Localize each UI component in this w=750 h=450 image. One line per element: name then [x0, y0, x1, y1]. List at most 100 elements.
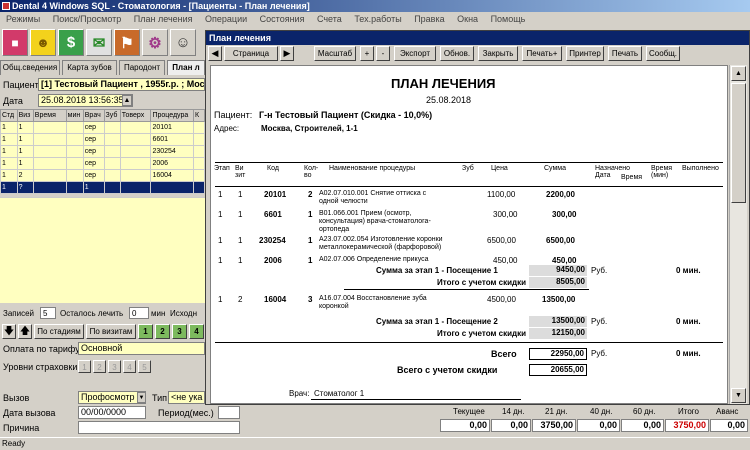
visit2-minutes: 0 мин. — [676, 317, 701, 326]
visit2-discount-label: Итого с учетом скидки — [437, 329, 526, 338]
by-visits-button[interactable]: По визитам — [86, 324, 136, 339]
chevron-down-icon[interactable]: ▼ — [137, 392, 146, 403]
scroll-thumb[interactable] — [731, 83, 746, 203]
message-button[interactable]: Сообщ. — [646, 46, 680, 61]
row-sum: 13500,00 — [542, 295, 576, 304]
menu-item-states[interactable]: Состояния — [260, 14, 305, 24]
date-field[interactable]: 25.08.2018 13:56:35 — [38, 94, 133, 107]
visit1-discount-total: 8505,00 — [529, 277, 587, 288]
insurance-level-1[interactable]: 1 — [78, 360, 91, 373]
col-price-header: Цена — [491, 165, 508, 172]
row-stage: 1 — [218, 256, 223, 265]
menu-item-modes[interactable]: Режимы — [6, 14, 40, 24]
print-plus-button[interactable]: Печать+ — [522, 46, 562, 61]
insurance-level-2[interactable]: 2 — [93, 360, 106, 373]
tooth-icon[interactable]: ■ — [2, 29, 28, 56]
scroll-down-icon[interactable]: ▼ — [731, 388, 746, 403]
menu-item-search[interactable]: Поиск/Просмотр — [53, 14, 122, 24]
reason-field[interactable] — [78, 421, 240, 434]
col-visit[interactable]: Виз — [16, 109, 34, 122]
col-visit-header: Ви зит — [235, 165, 246, 179]
menu-item-operations[interactable]: Операции — [205, 14, 247, 24]
col-procedure[interactable]: Процедура — [150, 109, 194, 122]
col-tooth[interactable]: Зуб — [103, 109, 121, 122]
menu-item-treatment-plan[interactable]: План лечения — [134, 14, 193, 24]
period-field[interactable] — [218, 406, 240, 419]
col-surface[interactable]: Товерх — [119, 109, 152, 122]
menu-item-edit[interactable]: Правка — [414, 14, 444, 24]
col-k[interactable]: К — [192, 109, 206, 122]
zoom-out-button[interactable]: - — [376, 46, 390, 61]
first-page-icon[interactable]: ◀ — [208, 46, 222, 61]
scroll-up-icon[interactable]: ▲ — [731, 66, 746, 81]
row-price: 6500,00 — [487, 236, 516, 245]
mail-icon[interactable]: ✉ — [86, 29, 112, 56]
doctor-icon[interactable]: ☺ — [170, 29, 196, 56]
report-address: Москва, Строителей, 1-1 — [261, 124, 358, 133]
arrow-up-icon[interactable]: 🡅 — [18, 324, 32, 339]
call-date-label: Дата вызова — [3, 408, 56, 418]
row-price: 450,00 — [493, 256, 518, 265]
summary-total: 3750,00 — [665, 419, 709, 432]
col-stage[interactable]: Стд — [0, 109, 18, 122]
table-row[interactable]: 1 1 сер 6601 — [0, 133, 206, 146]
col-doctor[interactable]: Врач — [82, 109, 105, 122]
visit2-discount-total: 12150,00 — [529, 328, 587, 339]
by-stages-button[interactable]: По стадиям — [34, 324, 84, 339]
type-field[interactable]: <не ука — [168, 391, 205, 404]
zoom-button[interactable]: Масштаб — [314, 46, 356, 61]
grid-cell: 1 — [0, 145, 18, 158]
row-qty: 1 — [308, 236, 313, 245]
col-sum-header: Сумма — [544, 165, 566, 172]
menu-item-tech-work[interactable]: Тех.работы — [354, 14, 401, 24]
table-row[interactable]: 1 2 сер 16004 — [0, 169, 206, 182]
table-row[interactable]: 1 1 сер 230254 — [0, 145, 206, 158]
grid-cell: ? — [16, 181, 34, 194]
call-reason-field[interactable]: Профосмотр — [78, 391, 146, 404]
table-row[interactable]: 1 1 сер 20101 — [0, 121, 206, 134]
page-button[interactable]: Страница — [224, 46, 278, 61]
divider — [215, 162, 723, 163]
insurance-level-4[interactable]: 4 — [123, 360, 136, 373]
stage-1-button[interactable]: 1 — [138, 324, 153, 339]
payment-tariff-field[interactable]: Основной — [78, 342, 205, 355]
stage-3-button[interactable]: 3 — [172, 324, 187, 339]
tab-periodont[interactable]: Пародонт — [119, 60, 165, 75]
gears-icon[interactable]: ⚙ — [142, 29, 168, 56]
last-page-icon[interactable]: ▶ — [280, 46, 294, 61]
table-row[interactable]: 1 1 сер 2006 — [0, 157, 206, 170]
stage-2-button[interactable]: 2 — [155, 324, 170, 339]
export-button[interactable]: Экспорт — [394, 46, 436, 61]
printer-button[interactable]: Принтер — [566, 46, 604, 61]
vertical-scrollbar[interactable]: ▲ ▼ — [729, 65, 747, 404]
insurance-level-3[interactable]: 3 — [108, 360, 121, 373]
divider — [344, 289, 589, 290]
grid-cell — [103, 157, 121, 170]
dollar-icon[interactable]: $ — [58, 29, 84, 56]
zoom-in-button[interactable]: + — [360, 46, 374, 61]
summary-values: 0,00 0,00 3750,00 0,00 0,00 3750,00 0,00 — [440, 419, 750, 433]
col-time[interactable]: Время — [32, 109, 67, 122]
col-min[interactable]: мин — [65, 109, 84, 122]
divider — [215, 342, 723, 343]
col-tooth-header: Зуб — [462, 165, 474, 172]
patient-field[interactable]: [1] Тестовый Пациент , 1955г.р. ; Моска — [38, 78, 205, 91]
tab-dental-chart[interactable]: Карта зубов — [62, 60, 117, 75]
menu-item-windows[interactable]: Окна — [457, 14, 478, 24]
arrow-down-icon[interactable]: 🡇 — [2, 324, 16, 339]
close-button[interactable]: Закрыть — [478, 46, 518, 61]
tab-treatment-plan[interactable]: План л — [167, 60, 205, 75]
menu-item-accounts[interactable]: Счета — [317, 14, 342, 24]
shield-icon[interactable]: ⚑ — [114, 29, 140, 56]
tab-general[interactable]: Общ.сведения — [0, 60, 60, 75]
table-row-selected[interactable]: 1? 1 — [0, 181, 206, 194]
date-spinner-icon[interactable]: ▲ — [122, 95, 132, 106]
insurance-level-5[interactable]: 5 — [138, 360, 151, 373]
smiley-icon[interactable]: ☻ — [30, 29, 56, 56]
stage-4-button[interactable]: 4 — [189, 324, 204, 339]
grid-cell — [119, 181, 152, 194]
refresh-button[interactable]: Обнов. — [440, 46, 474, 61]
call-date-field[interactable]: 00/00/0000 — [78, 406, 146, 419]
print-button[interactable]: Печать — [608, 46, 642, 61]
menu-item-help[interactable]: Помощь — [491, 14, 526, 24]
